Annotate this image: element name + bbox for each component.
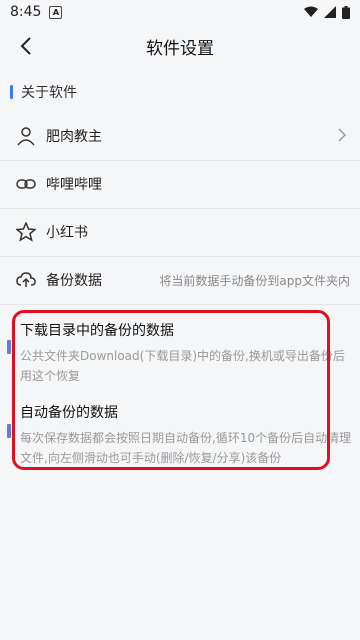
chevron-right-icon — [338, 128, 346, 142]
list-item-xiaohongshu[interactable]: 小红书 — [0, 208, 360, 256]
item-label: 备份数据 — [46, 273, 102, 289]
list-item-backup[interactable]: 备份数据 将当前数据手动备份到app文件夹内 — [0, 256, 360, 304]
chevron-left-icon — [20, 37, 31, 55]
section-accent-bar — [10, 85, 13, 99]
list-item-author[interactable]: 肥肉教主 — [0, 112, 360, 160]
app-bar: 软件设置 — [0, 24, 360, 68]
item-description: 将当前数据手动备份到app文件夹内 — [159, 273, 350, 288]
highlight-annotation — [12, 310, 330, 470]
item-label: 哔哩哔哩 — [46, 177, 102, 193]
wifi-icon — [304, 6, 318, 17]
status-right — [304, 5, 350, 19]
section-header: 关于软件 — [0, 78, 360, 106]
divider — [0, 304, 360, 305]
item-label: 小红书 — [46, 225, 88, 241]
item-label: 肥肉教主 — [46, 129, 102, 145]
back-button[interactable] — [10, 30, 42, 62]
cloud-upload-icon — [16, 270, 36, 290]
section-title: 关于软件 — [21, 85, 77, 101]
signal-icon — [324, 6, 336, 18]
side-marker — [7, 340, 11, 354]
link-icon — [16, 174, 36, 194]
status-bar: 8:45 A — [0, 0, 360, 24]
user-icon — [16, 126, 36, 146]
star-icon — [16, 222, 36, 242]
battery-icon — [342, 5, 350, 19]
notification-icon: A — [49, 5, 63, 19]
list-item-bilibili[interactable]: 哔哩哔哩 — [0, 160, 360, 208]
page-title: 软件设置 — [146, 38, 214, 59]
status-time: 8:45 — [10, 4, 42, 20]
status-left: 8:45 A — [10, 4, 63, 20]
side-marker — [7, 424, 11, 438]
